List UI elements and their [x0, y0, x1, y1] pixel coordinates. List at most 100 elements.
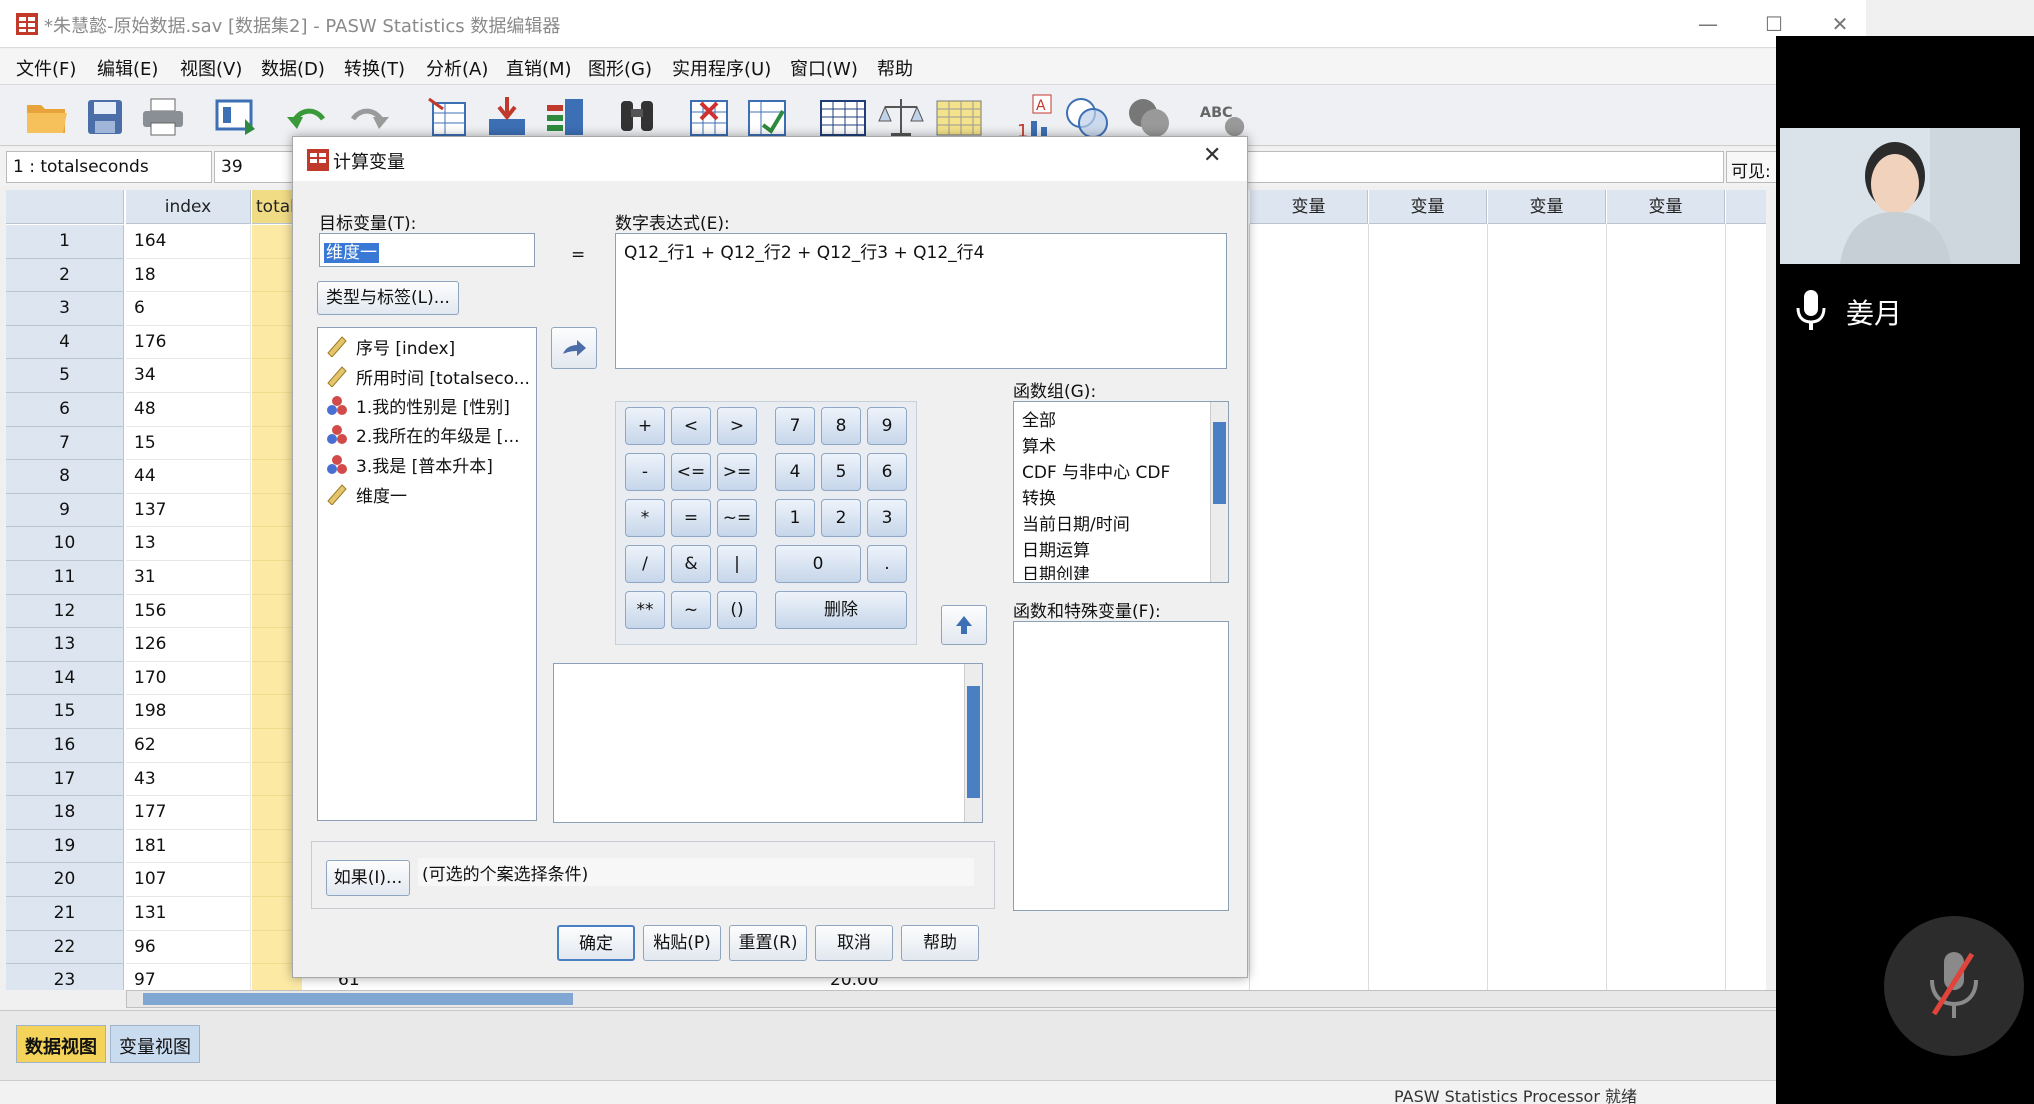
- menu-view[interactable]: 视图(V): [180, 55, 242, 81]
- move-variable-button[interactable]: [551, 327, 597, 369]
- cancel-button[interactable]: 取消: [815, 925, 893, 961]
- menu-window[interactable]: 窗口(W): [790, 55, 858, 81]
- index-cell[interactable]: 170: [126, 661, 251, 696]
- index-cell[interactable]: 126: [126, 628, 251, 662]
- index-cell[interactable]: 43: [126, 762, 251, 797]
- index-cell[interactable]: 107: [126, 863, 251, 897]
- menu-transform[interactable]: 转换(T): [344, 55, 405, 81]
- key-digit-0-button[interactable]: 0: [775, 545, 861, 583]
- key-and-button[interactable]: &: [671, 545, 711, 583]
- row-header[interactable]: 19: [6, 829, 124, 864]
- row-header[interactable]: 1: [6, 225, 124, 259]
- menu-direct-marketing[interactable]: 直销(M): [506, 55, 572, 81]
- reset-button[interactable]: 重置(R): [729, 925, 807, 961]
- variable-item[interactable]: 序号 [index]: [326, 332, 455, 360]
- key-digit-4-button[interactable]: 4: [775, 453, 815, 491]
- index-cell[interactable]: 44: [126, 460, 251, 494]
- function-group-list[interactable]: 全部 算术 CDF 与非中心 CDF 转换 当前日期/时间 日期运算 日期创建: [1013, 401, 1229, 583]
- key-multiply-button[interactable]: *: [625, 499, 665, 537]
- variable-item[interactable]: 所用时间 [totalseco...: [326, 362, 530, 390]
- function-group-item[interactable]: CDF 与非中心 CDF: [1022, 458, 1170, 484]
- numeric-expression-input[interactable]: Q12_行1 + Q12_行2 + Q12_行3 + Q12_行4: [615, 233, 1227, 369]
- column-header-var[interactable]: 变量: [1607, 190, 1725, 224]
- column-header-index[interactable]: index: [126, 190, 251, 224]
- target-variable-input[interactable]: 维度一: [319, 233, 535, 267]
- row-header[interactable]: 16: [6, 729, 124, 763]
- select-cases-icon[interactable]: [934, 92, 984, 142]
- row-header[interactable]: 2: [6, 258, 124, 293]
- menu-data[interactable]: 数据(D): [261, 55, 325, 81]
- row-header[interactable]: 6: [6, 393, 124, 427]
- source-variable-list[interactable]: 序号 [index] 所用时间 [totalseco... 1.我的性别是 [性…: [317, 327, 537, 821]
- column-header-var[interactable]: 变量: [1250, 190, 1368, 224]
- row-header[interactable]: 21: [6, 897, 124, 931]
- index-cell[interactable]: 6: [126, 292, 251, 326]
- index-cell[interactable]: 177: [126, 796, 251, 830]
- key-power-button[interactable]: **: [625, 591, 665, 629]
- function-group-item[interactable]: 当前日期/时间: [1022, 510, 1130, 536]
- variable-item[interactable]: 2.我所在的年级是 [...: [326, 420, 519, 448]
- description-scroll-thumb[interactable]: [967, 686, 980, 798]
- if-button[interactable]: 如果(I)...: [326, 860, 410, 896]
- function-group-item[interactable]: 算术: [1022, 432, 1056, 458]
- row-header[interactable]: 17: [6, 762, 124, 797]
- variables-icon[interactable]: [540, 92, 590, 142]
- key-digit-8-button[interactable]: 8: [821, 407, 861, 445]
- key-digit-2-button[interactable]: 2: [821, 499, 861, 537]
- insert-cases-icon[interactable]: [684, 92, 734, 142]
- key-less-than-button[interactable]: <: [671, 407, 711, 445]
- horizontal-scrollbar[interactable]: [126, 990, 1842, 1008]
- key-digit-5-button[interactable]: 5: [821, 453, 861, 491]
- row-header[interactable]: 15: [6, 695, 124, 729]
- function-group-scroll-thumb[interactable]: [1213, 422, 1226, 504]
- menu-edit[interactable]: 编辑(E): [97, 55, 158, 81]
- tab-data-view[interactable]: 数据视图: [16, 1025, 106, 1063]
- dialog-close-button[interactable]: ✕: [1203, 143, 1221, 168]
- insert-variable-icon[interactable]: [742, 92, 792, 142]
- variable-item[interactable]: 维度一: [326, 480, 407, 508]
- cell-value-extension[interactable]: [1240, 151, 1724, 183]
- use-sets-icon[interactable]: [1062, 92, 1112, 142]
- index-cell[interactable]: 131: [126, 897, 251, 931]
- function-group-item[interactable]: 转换: [1022, 484, 1056, 510]
- key-not-equal-button[interactable]: ~=: [717, 499, 757, 537]
- row-header[interactable]: 7: [6, 426, 124, 461]
- paste-button[interactable]: 粘贴(P): [643, 925, 721, 961]
- key-minus-button[interactable]: -: [625, 453, 665, 491]
- column-header-var-partial[interactable]: 变: [1726, 190, 1766, 224]
- function-group-item[interactable]: 日期创建: [1022, 560, 1090, 580]
- minimize-button[interactable]: —: [1680, 6, 1736, 42]
- find-icon[interactable]: [612, 92, 662, 142]
- column-header-var[interactable]: 变量: [1369, 190, 1487, 224]
- row-header[interactable]: 23: [6, 964, 124, 990]
- index-cell[interactable]: 34: [126, 359, 251, 393]
- function-group-item[interactable]: 全部: [1022, 406, 1056, 432]
- mute-button[interactable]: [1884, 916, 2024, 1056]
- index-cell[interactable]: 18: [126, 258, 251, 293]
- key-equals-button[interactable]: =: [671, 499, 711, 537]
- key-digit-6-button[interactable]: 6: [867, 453, 907, 491]
- index-cell[interactable]: 198: [126, 695, 251, 729]
- index-cell[interactable]: 62: [126, 729, 251, 763]
- goto-case-icon[interactable]: [424, 92, 474, 142]
- key-or-button[interactable]: |: [717, 545, 757, 583]
- key-parentheses-button[interactable]: (): [717, 591, 757, 629]
- index-cell[interactable]: 97: [126, 964, 251, 990]
- index-cell[interactable]: 164: [126, 225, 251, 259]
- row-header[interactable]: 8: [6, 460, 124, 494]
- help-button[interactable]: 帮助: [901, 925, 979, 961]
- split-file-icon[interactable]: [818, 92, 868, 142]
- open-folder-icon[interactable]: [22, 92, 72, 142]
- row-header[interactable]: 20: [6, 863, 124, 897]
- value-labels-icon[interactable]: A1: [1012, 92, 1062, 142]
- menu-graphs[interactable]: 图形(G): [588, 55, 652, 81]
- functions-and-special-variables-list[interactable]: [1013, 621, 1229, 911]
- save-icon[interactable]: [80, 92, 130, 142]
- index-cell[interactable]: 96: [126, 930, 251, 965]
- cell-value-input[interactable]: 39: [214, 151, 294, 183]
- index-cell[interactable]: 15: [126, 426, 251, 461]
- horizontal-scroll-thumb[interactable]: [143, 993, 573, 1005]
- menu-utilities[interactable]: 实用程序(U): [672, 55, 771, 81]
- row-header[interactable]: 14: [6, 661, 124, 696]
- row-header[interactable]: 22: [6, 930, 124, 965]
